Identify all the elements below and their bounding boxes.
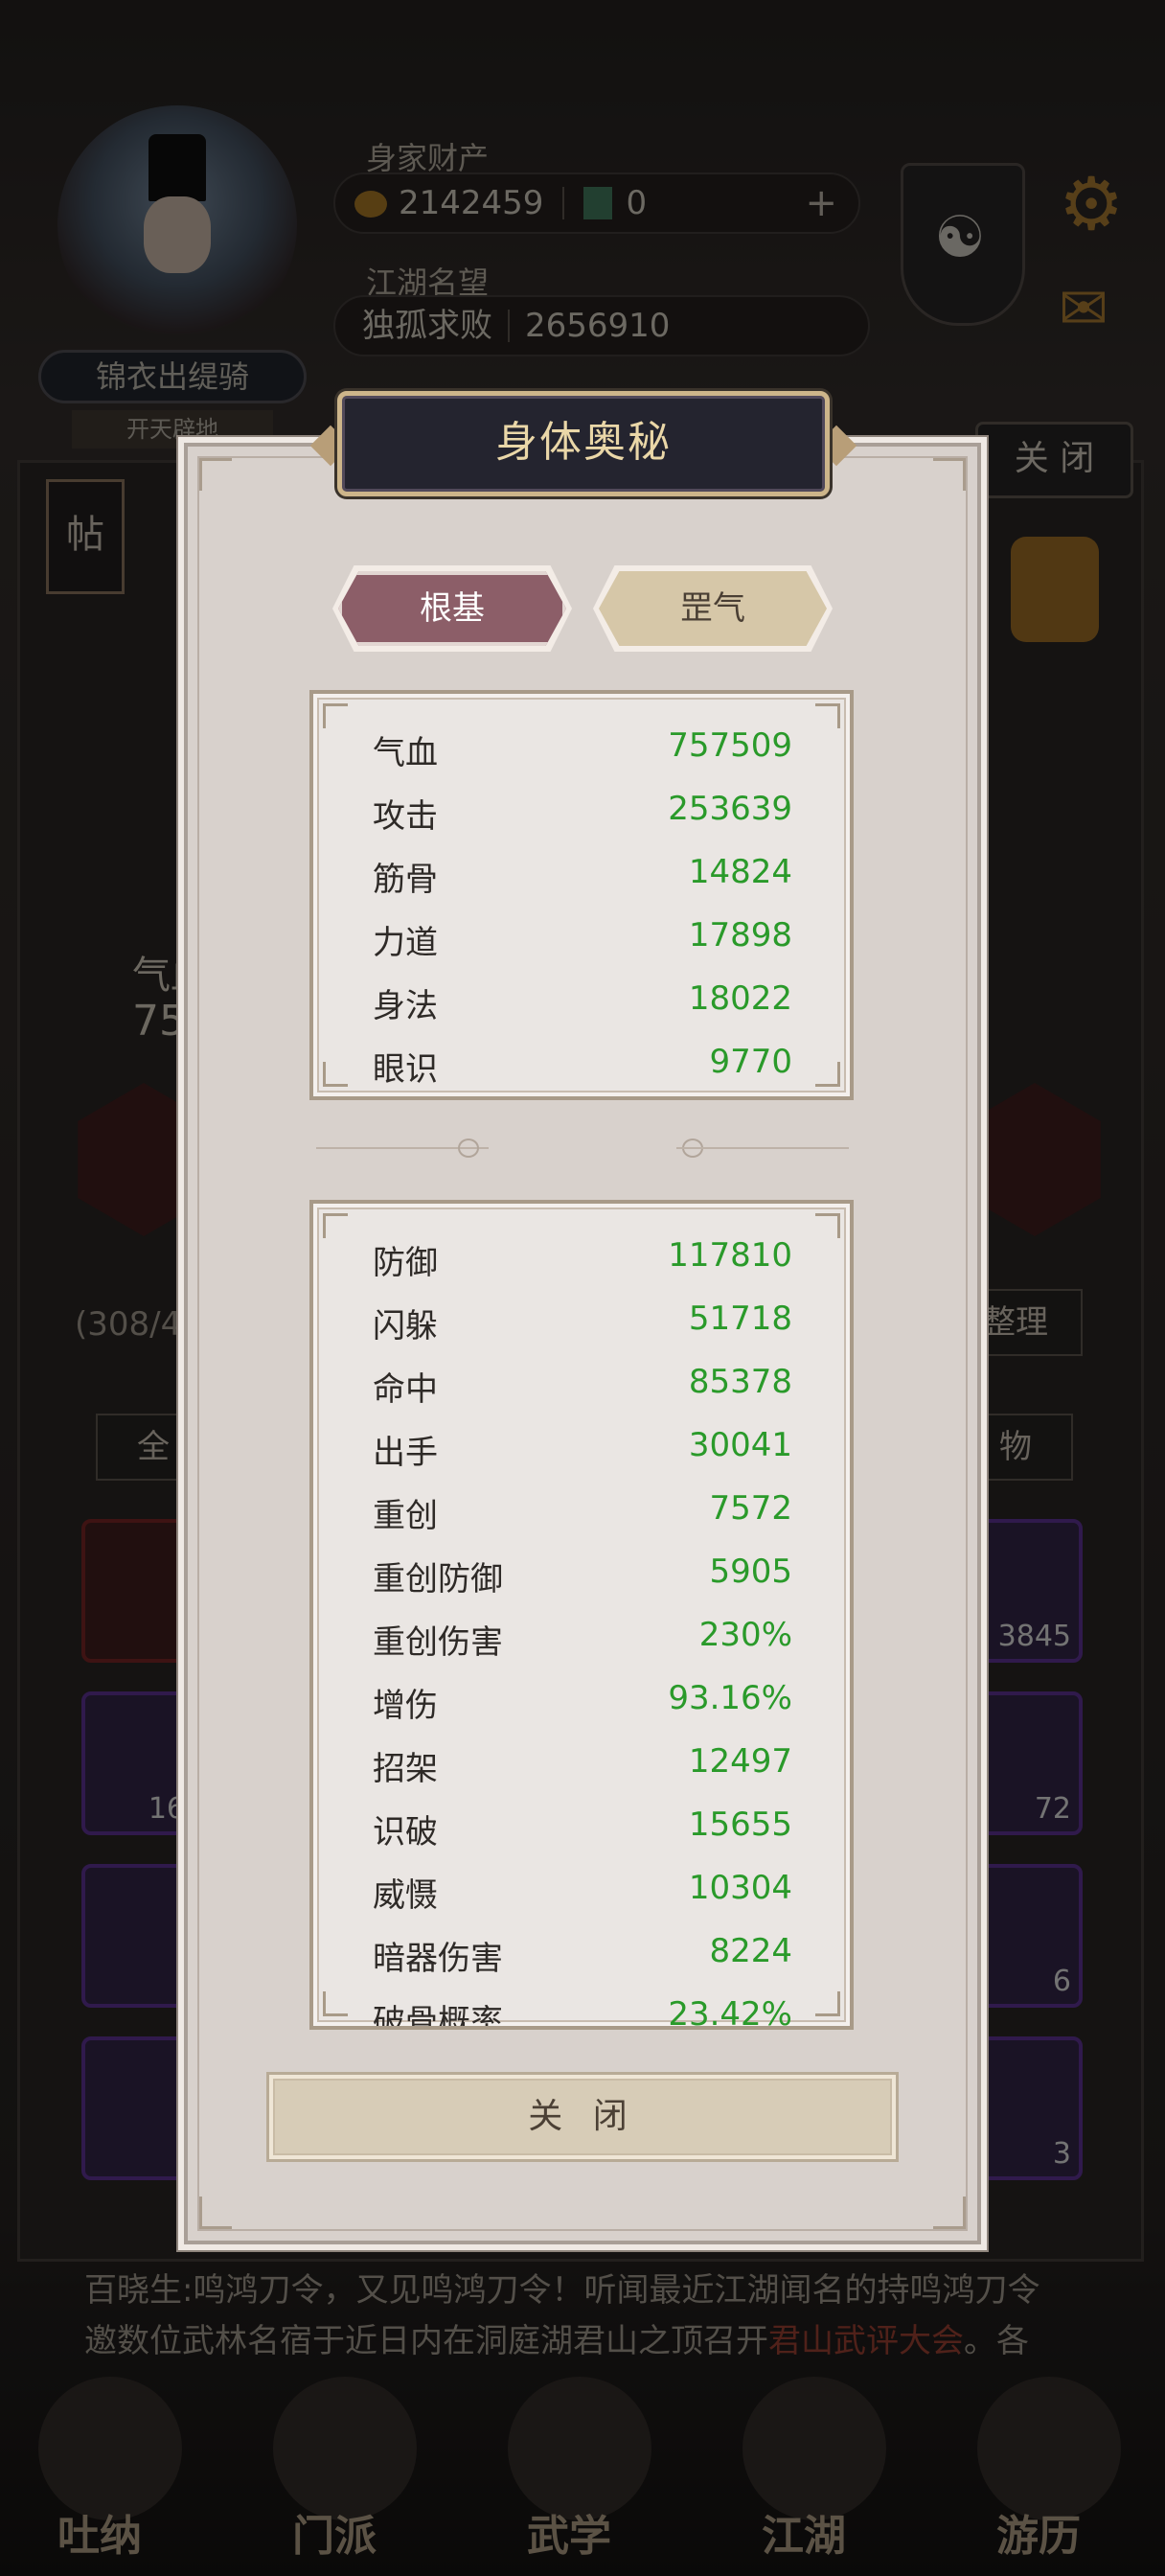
inventory-slot: 6 — [968, 1864, 1083, 2008]
tab-gangqi[interactable]: 罡气 — [599, 571, 827, 646]
stat-row-hp: 气血 757509 — [373, 726, 792, 772]
ticket-icon — [583, 187, 613, 219]
reputation-pill: 独孤求败 2656910 — [333, 295, 870, 356]
nav-jianghu-icon — [742, 2377, 886, 2520]
bg-close-button: 关 闭 — [975, 422, 1133, 498]
stat-row-crit: 重创 7572 — [373, 1489, 792, 1535]
base-stats-panel: 气血 757509 攻击 253639 筋骨 14824 力道 17898 身法 1802… — [309, 690, 854, 1100]
inventory-slot — [81, 1864, 196, 2008]
chest-icon — [1011, 537, 1099, 642]
player-avatar — [57, 105, 297, 345]
section-divider-right — [676, 1147, 849, 1149]
nav-martial: 武学 — [527, 2512, 611, 2561]
tab-foundation[interactable]: 根基 — [338, 571, 566, 646]
nav-travel: 游历 — [996, 2512, 1081, 2561]
rank-plate: 锦衣出缇骑 — [38, 350, 307, 403]
close-button-label: 关 闭 — [528, 2097, 637, 2136]
ticket-value: 0 — [626, 184, 648, 222]
bag-count: (308/40 — [75, 1305, 202, 1344]
combat-stats-panel[interactable]: 防御 117810 闪躲 51718 命中 85378 出手 30041 重创 7572 … — [309, 1200, 854, 2030]
stat-row-hit: 命中 85378 — [373, 1363, 792, 1409]
combat-stats-scroll-list[interactable]: 防御 117810 闪躲 51718 命中 85378 出手 30041 重创 7572 … — [313, 1227, 850, 2030]
nav-tuna-icon — [38, 2377, 182, 2520]
nav-sect: 门派 — [292, 2512, 377, 2561]
stat-row-dodge: 闪躲 51718 — [373, 1300, 792, 1346]
coin-icon — [354, 191, 387, 218]
inventory-slot: 16 — [81, 1691, 196, 1835]
news-line-1: 百晓生:鸣鸿刀令，又见鸣鸿刀令！听闻最近江湖闻名的持鸣鸿刀令 — [84, 2271, 1040, 2310]
nav-travel-icon — [977, 2377, 1121, 2520]
stat-row-damage-bonus: 增伤 93.16% — [373, 1679, 792, 1725]
stat-row-agility: 身法 18022 — [373, 979, 792, 1025]
nav-jianghu: 江湖 — [762, 2512, 846, 2561]
stat-row-hidden-weapon: 暗器伤害 8224 — [373, 1932, 792, 1978]
add-currency-icon: + — [805, 181, 837, 225]
stat-row-parry: 招架 12497 — [373, 1742, 792, 1788]
nav-martial-icon — [508, 2377, 651, 2520]
inventory-slot: 72 — [968, 1691, 1083, 1835]
stat-row-perception: 眼识 9770 — [373, 1043, 792, 1089]
gear-icon: ⚙ — [1059, 161, 1125, 246]
dialog-title-plate: 身体奥秘 — [337, 391, 830, 496]
stat-row-speed: 出手 30041 — [373, 1426, 792, 1472]
yinyang-emblem-icon: ☯ — [901, 163, 1025, 326]
dialog-title: 身体奥秘 — [495, 418, 672, 467]
news-line-2: 邀数位武林名宿于近日内在洞庭湖君山之顶召开君山武评大会。各 — [84, 2322, 1029, 2360]
mail-icon: ✉ — [1059, 273, 1108, 343]
money-pill: 2142459 0 + — [333, 172, 860, 234]
stat-row-intimidate: 威慑 10304 — [373, 1869, 792, 1915]
stat-row-crit-defense: 重创防御 5905 — [373, 1552, 792, 1598]
nav-sect-icon — [273, 2377, 417, 2520]
nav-tuna: 吐纳 — [57, 2512, 142, 2561]
stat-row-insight: 识破 15655 — [373, 1806, 792, 1852]
reputation-value: 2656910 — [525, 307, 671, 345]
stat-row-attack: 攻击 253639 — [373, 790, 792, 836]
money-value: 2142459 — [399, 184, 544, 222]
inventory-slot: 3845 — [968, 1519, 1083, 1663]
inventory-slot: 3 — [968, 2036, 1083, 2180]
inventory-slot — [81, 2036, 196, 2180]
stat-row-strength: 力道 17898 — [373, 916, 792, 962]
close-button[interactable]: 关 闭 — [266, 2072, 899, 2162]
inventory-slot — [81, 1519, 196, 1663]
stat-row-constitution: 筋骨 14824 — [373, 853, 792, 899]
invitation-card: 帖 — [46, 479, 125, 594]
stat-row-crit-damage: 重创伤害 230% — [373, 1616, 792, 1662]
stat-row-defense: 防御 117810 — [373, 1236, 792, 1282]
reputation-title: 独孤求败 — [362, 307, 492, 345]
stat-row-bone-break: 破骨概率 23.42% — [373, 1995, 792, 2030]
